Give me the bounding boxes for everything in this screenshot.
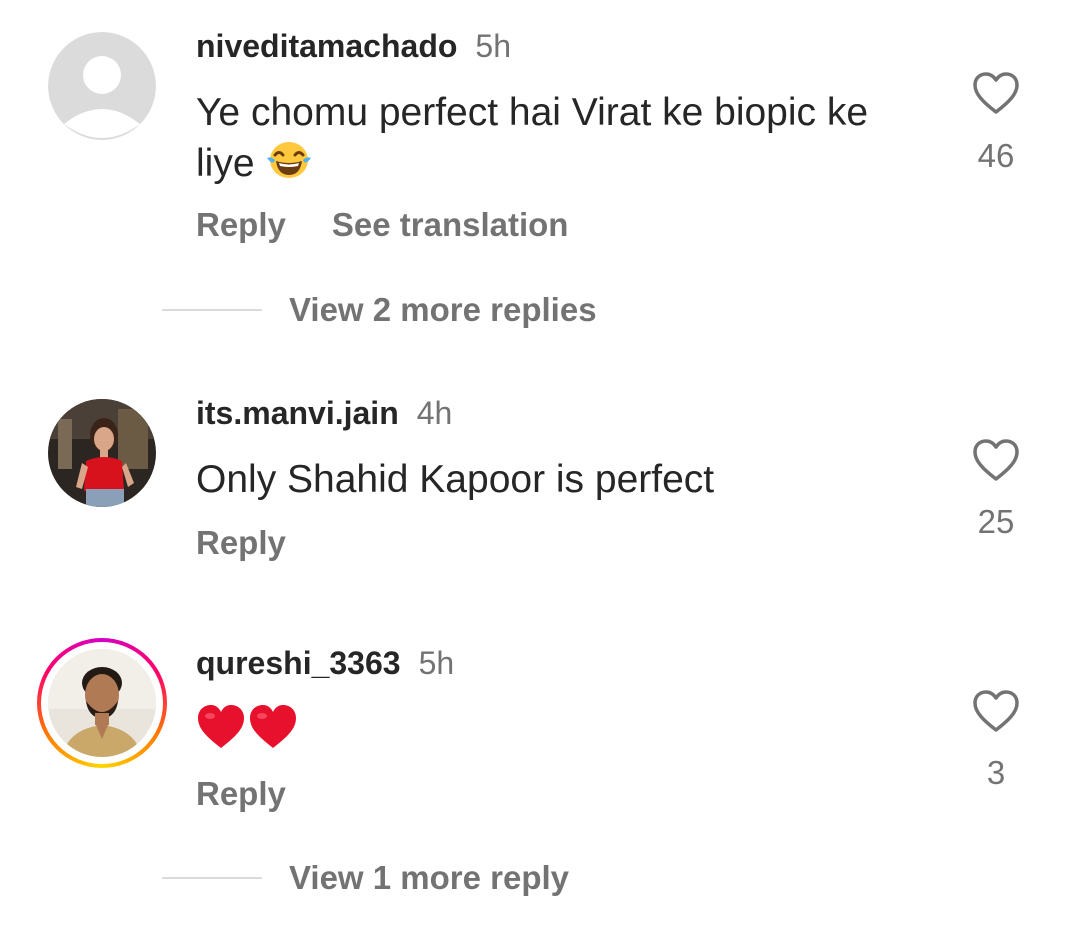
view-more-replies-button[interactable]: View 1 more reply (162, 858, 569, 898)
comment-time: 5h (418, 645, 455, 681)
view-more-replies-button[interactable]: View 2 more replies (162, 290, 597, 330)
comment-actions: Reply (196, 524, 286, 562)
comment-username[interactable]: niveditamachado 5h (196, 28, 511, 65)
divider-line (162, 309, 262, 311)
like-count: 46 (977, 137, 1015, 174)
comment-actions: Reply (196, 775, 286, 813)
comment-username[interactable]: its.manvi.jain 4h (196, 395, 452, 432)
heart-outline-icon[interactable] (971, 437, 1021, 483)
reply-button[interactable]: Reply (196, 206, 286, 243)
default-avatar-icon[interactable] (48, 32, 156, 140)
avatar[interactable] (48, 649, 156, 757)
comment-time: 4h (416, 395, 453, 431)
comment-text (196, 704, 896, 763)
red-heart-icon (250, 705, 296, 748)
comment-time: 5h (475, 28, 511, 64)
avatar[interactable] (48, 399, 156, 507)
comment-text: Only Shahid Kapoor is perfect (196, 458, 715, 501)
heart-outline-icon[interactable] (971, 688, 1021, 734)
heart-outline-icon[interactable] (971, 70, 1021, 116)
reply-button[interactable]: Reply (196, 524, 286, 561)
comment-username[interactable]: qureshi_3363 5h (196, 645, 454, 682)
like-count: 3 (986, 754, 1006, 791)
story-ring[interactable] (37, 638, 167, 768)
see-translation-button[interactable]: See translation (332, 206, 569, 243)
divider-line (162, 877, 262, 879)
comment-text: Ye chomu perfect hai Virat ke biopic ke … (196, 91, 869, 185)
comment-actions: Reply See translation (196, 206, 568, 244)
reply-button[interactable]: Reply (196, 775, 286, 812)
like-count: 25 (977, 503, 1015, 540)
red-heart-icon (198, 705, 244, 748)
face-with-tears-of-joy-icon (267, 142, 312, 178)
